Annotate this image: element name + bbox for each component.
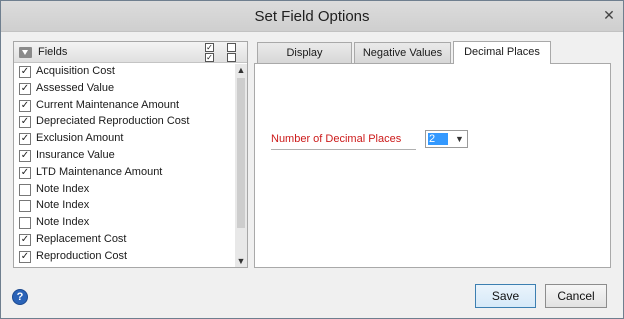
field-checkbox[interactable]: ✓ [19,233,31,246]
field-label: Note Index [36,199,90,212]
field-row[interactable]: ✓ Current Maintenance Amount [14,98,235,115]
field-row[interactable]: ✓ Acquisition Cost [14,64,235,81]
field-checkbox[interactable]: ✓ [19,166,31,179]
fields-header-label: Fields [38,46,68,58]
field-label: Note Index [36,216,90,229]
field-row[interactable]: ✓ Exclusion Amount [14,131,235,148]
field-label: Replacement Cost [36,232,127,245]
scroll-thumb[interactable] [237,78,245,228]
tab-strip: Display Negative Values Decimal Places [254,41,611,64]
decimal-places-panel: Number of Decimal Places 2 ▼ [254,63,611,268]
check-all-icon-lower[interactable]: ✓ [205,53,214,62]
field-row[interactable]: ✓ Depreciated Reproduction Cost [14,114,235,131]
title-bar: Set Field Options ✕ [1,1,623,32]
decimal-places-value[interactable]: 2 [428,133,448,145]
decimal-places-select[interactable]: 2 ▼ [425,130,468,148]
scroll-down-icon[interactable]: ▼ [235,255,247,267]
field-label: Assessed Value [36,81,115,94]
field-row[interactable]: Note Index [14,215,235,232]
decimal-places-underline [271,149,416,150]
field-checkbox[interactable]: ✓ [19,250,31,263]
field-row[interactable]: Note Index [14,182,235,199]
chevron-down-icon[interactable]: ▼ [455,133,464,145]
fields-panel: Fields ✓ ✓ ✓ Acquisition Cost ✓ Assessed… [13,41,248,268]
tab-negative-values[interactable]: Negative Values [354,42,451,64]
field-checkbox[interactable]: ✓ [19,82,31,95]
dialog-title: Set Field Options [254,8,370,25]
field-label: Exclusion Amount [36,132,124,145]
field-label: LTD Maintenance Amount [36,165,163,178]
field-checkbox[interactable] [19,217,31,230]
close-icon[interactable]: ✕ [601,7,617,23]
field-label: Note Index [36,182,90,195]
options-tab-area: Display Negative Values Decimal Places N… [254,41,611,268]
field-checkbox[interactable]: ✓ [19,133,31,146]
save-button[interactable]: Save [475,284,536,308]
field-label: Current Maintenance Amount [36,98,180,111]
field-label: Insurance Value [36,148,115,161]
field-row[interactable]: ✓ Assessed Value [14,81,235,98]
field-label: Depreciated Reproduction Cost [36,115,190,128]
field-label: Acquisition Cost [36,65,115,77]
field-checkbox[interactable] [19,183,31,196]
field-row[interactable]: ✓ Insurance Value [14,148,235,165]
dialog-footer: ? Save Cancel [1,276,623,318]
uncheck-all-icon[interactable] [227,43,236,52]
dialog-content: Fields ✓ ✓ ✓ Acquisition Cost ✓ Assessed… [8,35,616,274]
tab-decimal-places[interactable]: Decimal Places [453,41,551,64]
field-row[interactable]: ✓ Reproduction Cost [14,249,235,266]
field-row[interactable]: ✓ Replacement Cost [14,232,235,249]
field-list-scrollbar[interactable]: ▲ ▼ [235,64,247,267]
field-row[interactable]: Note Index [14,198,235,215]
fields-header: Fields ✓ ✓ [14,42,247,63]
uncheck-all-icon-lower[interactable] [227,53,236,62]
help-icon[interactable]: ? [12,289,28,305]
field-checkbox[interactable]: ✓ [19,116,31,129]
field-row[interactable]: ✓ LTD Maintenance Amount [14,165,235,182]
field-checkbox[interactable]: ✓ [19,66,31,78]
decimal-places-label: Number of Decimal Places [271,133,402,145]
check-all-icon[interactable]: ✓ [205,43,214,52]
field-checkbox[interactable]: ✓ [19,99,31,112]
tab-display[interactable]: Display [257,42,352,64]
decimal-places-row: Number of Decimal Places 2 ▼ [271,130,468,150]
field-label: Reproduction Cost [36,249,128,262]
field-checkbox[interactable] [19,200,31,213]
cancel-button[interactable]: Cancel [545,284,607,308]
field-checkbox[interactable]: ✓ [19,149,31,162]
scroll-up-icon[interactable]: ▲ [235,64,247,76]
collapse-chevron-icon[interactable] [19,47,32,58]
set-field-options-dialog: Set Field Options ✕ Fields ✓ ✓ ✓ Acquisi… [0,0,624,319]
field-list: ✓ Acquisition Cost ✓ Assessed Value ✓ Cu… [14,64,235,267]
